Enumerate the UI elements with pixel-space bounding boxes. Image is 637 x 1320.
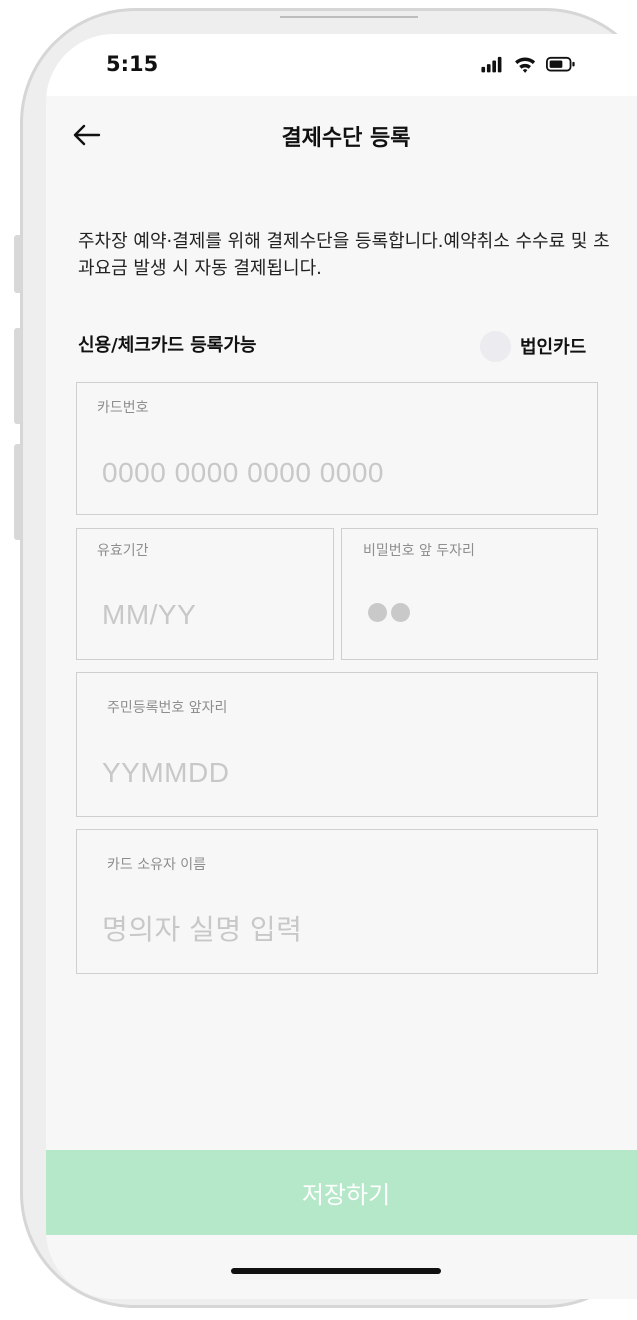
corporate-card-label: 법인카드 — [520, 337, 587, 358]
expiry-input[interactable] — [102, 595, 312, 635]
phone-speaker — [280, 16, 418, 18]
pin-input[interactable] — [368, 603, 414, 626]
birth-date-input[interactable] — [102, 753, 572, 793]
birth-date-label: 주민등록번호 앞자리 — [107, 700, 228, 716]
expiry-label: 유효기간 — [97, 543, 149, 559]
save-button[interactable]: 저장하기 — [46, 1150, 637, 1235]
card-number-label: 카드번호 — [97, 400, 149, 416]
screen: 5:15 결제수단 등록 주차장 예약·결제를 위해 결제수단을 등록합니다.예… — [46, 34, 637, 1299]
card-owner-field[interactable]: 카드 소유자 이름 — [76, 829, 598, 974]
pin-dot-2 — [391, 603, 410, 622]
card-owner-label: 카드 소유자 이름 — [107, 857, 207, 873]
wifi-icon — [515, 57, 536, 73]
home-indicator — [231, 1268, 441, 1274]
card-number-input[interactable] — [102, 453, 572, 493]
phone-mute-button — [14, 235, 22, 293]
description-text: 주차장 예약·결제를 위해 결제수단을 등록합니다.예약취소 수수료 및 초과요… — [78, 231, 610, 279]
phone-volume-down-button — [14, 444, 22, 540]
corporate-card-toggle[interactable]: 법인카드 — [480, 330, 586, 362]
expiry-field[interactable]: 유효기간 — [76, 528, 334, 660]
pin-dot-1 — [368, 603, 387, 622]
card-owner-input[interactable] — [102, 910, 572, 950]
card-number-field[interactable]: 카드번호 — [76, 382, 598, 515]
pin-field[interactable]: 비밀번호 앞 두자리 — [341, 528, 598, 660]
status-bar: 5:15 — [46, 34, 637, 96]
corporate-card-radio[interactable] — [480, 330, 511, 362]
status-icons — [481, 56, 575, 73]
card-type-label: 신용/체크카드 등록가능 — [78, 335, 257, 356]
signal-icon — [481, 56, 502, 73]
birth-date-field[interactable]: 주민등록번호 앞자리 — [76, 672, 598, 817]
page-title: 결제수단 등록 — [281, 126, 411, 151]
battery-icon — [546, 56, 575, 72]
phone-volume-up-button — [14, 328, 22, 424]
status-time: 5:15 — [106, 52, 159, 76]
pin-label: 비밀번호 앞 두자리 — [363, 543, 475, 559]
